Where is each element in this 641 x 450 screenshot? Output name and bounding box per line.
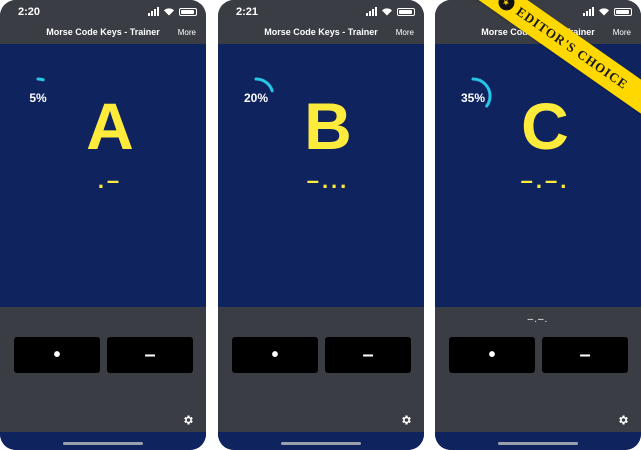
- more-button[interactable]: More: [178, 28, 196, 37]
- wifi-icon: [164, 8, 174, 16]
- dash-key-button[interactable]: –: [107, 337, 193, 373]
- target-letter: A: [86, 89, 134, 163]
- progress-label: 5%: [29, 91, 47, 105]
- signal-icon: [583, 7, 594, 16]
- phone-screen-2: 2:21 Morse Code Keys - Trainer More 20% …: [218, 0, 424, 450]
- signal-icon: [366, 7, 377, 16]
- home-indicator: [498, 442, 578, 445]
- dot-key-button[interactable]: •: [232, 337, 318, 373]
- target-letter: B: [304, 89, 352, 163]
- more-button[interactable]: More: [613, 28, 631, 37]
- keypad-panel: –.–. • –: [435, 307, 641, 432]
- dash-key-button[interactable]: –: [542, 337, 628, 373]
- battery-icon: [397, 7, 415, 16]
- home-indicator: [281, 442, 361, 445]
- morse-code: –.–.: [520, 168, 570, 193]
- gear-icon[interactable]: [400, 414, 412, 426]
- typed-input: –.–.: [527, 314, 549, 325]
- nav-title: Morse Code Keys - Trainer: [46, 27, 160, 37]
- bottom-bar: [0, 432, 206, 450]
- navigation-bar: Morse Code Keys - Trainer More: [218, 22, 424, 44]
- dot-key-button[interactable]: •: [449, 337, 535, 373]
- target-letter: C: [521, 89, 569, 163]
- status-bar: 2:20: [0, 0, 206, 22]
- navigation-bar: Morse Code Keys - Trainer More: [0, 22, 206, 44]
- battery-icon: [179, 7, 197, 16]
- trainer-area: 5% A .–: [0, 44, 206, 307]
- bottom-bar: [218, 432, 424, 450]
- battery-icon: [614, 7, 632, 16]
- dash-key-button[interactable]: –: [325, 337, 411, 373]
- wifi-icon: [599, 8, 609, 16]
- status-time: 2:21: [236, 6, 259, 18]
- wifi-icon: [382, 8, 392, 16]
- progress-label: 20%: [243, 91, 269, 105]
- dot-key-button[interactable]: •: [14, 337, 100, 373]
- app-store-badge-icon: ★: [494, 0, 518, 14]
- keypad-panel: • –: [218, 307, 424, 432]
- keypad-panel: • –: [0, 307, 206, 432]
- status-time: 2:20: [18, 6, 41, 18]
- more-button[interactable]: More: [396, 28, 414, 37]
- status-bar: 2:21: [218, 0, 424, 22]
- bottom-bar: [435, 432, 641, 450]
- trainer-area: 20% B –...: [218, 44, 424, 307]
- home-indicator: [63, 442, 143, 445]
- nav-title: Morse Code Keys - Trainer: [264, 27, 378, 37]
- morse-code: .–: [97, 168, 123, 193]
- progress-label: 35%: [460, 91, 486, 105]
- phone-screen-1: 2:20 Morse Code Keys - Trainer More 5% A…: [0, 0, 206, 450]
- signal-icon: [148, 7, 159, 16]
- morse-code: –...: [306, 168, 350, 193]
- gear-icon[interactable]: [182, 414, 194, 426]
- gear-icon[interactable]: [617, 414, 629, 426]
